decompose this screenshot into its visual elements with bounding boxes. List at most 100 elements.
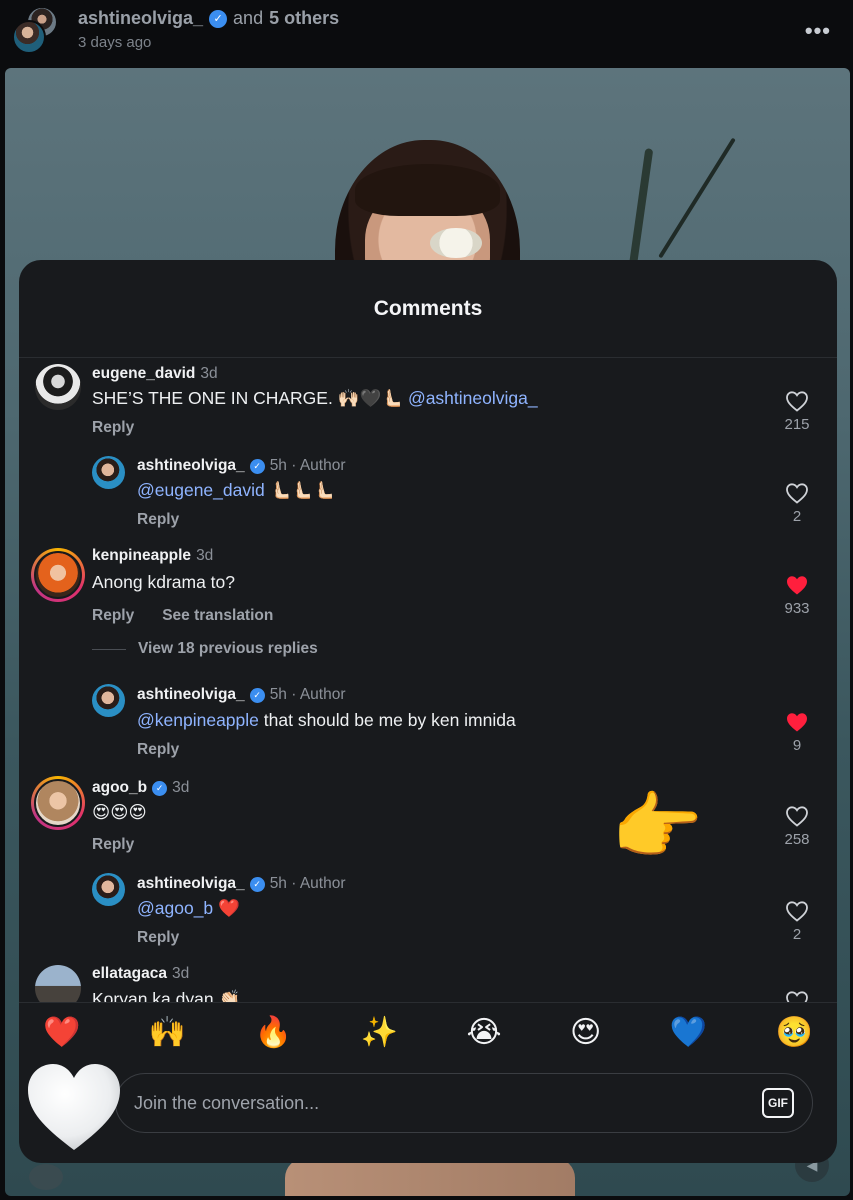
heart-outline-icon[interactable] [785,482,809,504]
comment-actions: Reply [137,741,179,759]
comment-text: @eugene_david 🫷🏻🫷🏻🫷🏻 [137,480,335,500]
reply-button[interactable]: Reply [92,607,134,625]
view-previous-replies-button[interactable]: View 18 previous replies [92,640,318,658]
like-count: 933 [784,600,810,617]
post-header: ashtineolviga_ ✓ and 5 others 3 days ago… [0,0,853,66]
avatar-story-ring[interactable] [31,548,85,602]
heart-outline-icon[interactable] [785,805,809,827]
comment-input[interactable] [134,1092,734,1114]
comment-text: SHE’S THE ONE IN CHARGE. 🙌🏻🖤🫷🏻 @ashtineo… [92,388,538,408]
comment-username[interactable]: eugene_david 3d [92,365,218,383]
like-control[interactable]: 215 [784,390,810,433]
reaction-red-heart[interactable]: ❤️ [43,1017,80,1048]
verified-badge-icon: ✓ [249,687,265,703]
avatar[interactable] [35,965,81,1003]
comment-text: Koryan ka dyan 👏🏻 [92,989,241,1003]
reaction-fire[interactable]: 🔥 [255,1017,292,1048]
mention-link[interactable]: @ashtineolviga_ [408,388,538,408]
comment-username[interactable]: kenpineapple 3d [92,547,213,565]
heart-outline-icon[interactable] [785,390,809,412]
mention-link[interactable]: @agoo_b [137,898,213,918]
mention-link[interactable]: @kenpineapple [137,710,259,730]
reaction-crying[interactable]: 😭 [466,1017,501,1048]
pointing-hand-sticker: 👉 [611,785,704,868]
avatar [12,20,46,54]
reaction-sparkles[interactable]: ✨ [361,1017,398,1048]
collab-avatars[interactable] [12,6,60,54]
avatar[interactable] [92,684,125,717]
heart-filled-icon[interactable] [785,711,809,733]
photo-control-left[interactable] [29,1164,63,1190]
comment-time: 3d [172,779,190,796]
photo-bangs [355,164,500,216]
heart-outline-icon[interactable] [785,900,809,922]
reaction-pleading[interactable]: 🥹 [776,1017,813,1048]
comment-composer: GIF [115,1073,813,1133]
verified-badge-icon: ✓ [249,876,265,892]
like-control[interactable]: 258 [784,805,810,848]
reply-button[interactable]: Reply [137,511,179,529]
reaction-blue-heart[interactable]: 💙 [670,1017,707,1048]
reply-button[interactable]: Reply [137,741,179,759]
comment-time: 3d [171,965,190,982]
like-count: 9 [792,737,802,754]
like-control[interactable]: 2 [785,900,809,943]
gif-icon[interactable]: GIF [762,1088,794,1118]
comment-username[interactable]: ellatagaca 3d [92,965,189,983]
like-control[interactable]: 9 [785,711,809,754]
like-count: 2 [792,926,802,943]
more-dots-icon[interactable]: ••• [805,18,831,44]
like-count: 215 [784,416,810,433]
avatar [34,779,82,827]
reaction-raised-hands[interactable]: 🙌 [149,1017,186,1048]
divider [92,648,126,650]
comment-text: @kenpineapple that should be me by ken i… [137,710,516,730]
like-control[interactable]: 933 [784,574,810,617]
like-control[interactable]: 2 [785,482,809,525]
white-heart-sticker [28,1064,120,1150]
avatar-story-ring[interactable] [31,776,85,830]
comment-time: 5h · Author [269,686,346,703]
author-username[interactable]: ashtineolviga_ [78,8,203,29]
comment-username[interactable]: ashtineolviga_ ✓ 5h · Author [137,457,346,475]
flower-stem [658,137,736,259]
verified-badge-icon: ✓ [209,9,228,28]
comments-sheet: Comments eugene_david 3d SHE’S THE ONE I… [19,260,837,1163]
like-count: 2 [792,508,802,525]
avatar[interactable] [35,364,81,410]
avatar [34,551,82,599]
reply-button[interactable]: Reply [92,836,134,854]
and-text: and [233,8,264,28]
others-link[interactable]: 5 others [269,8,339,29]
reply-button[interactable]: Reply [92,419,134,437]
verified-badge-icon: ✓ [152,780,168,796]
comment-time: 5h · Author [269,457,346,474]
post-authors[interactable]: ashtineolviga_ ✓ and 5 others [78,8,339,29]
comment-text: Anong kdrama to? [92,572,236,592]
comments-list[interactable]: eugene_david 3d SHE’S THE ONE IN CHARGE.… [19,358,837,1003]
reply-button[interactable]: Reply [137,929,179,947]
comment-username[interactable]: ashtineolviga_ ✓ 5h · Author [137,686,346,704]
comment-actions: Reply [137,511,179,529]
comment-actions: Reply [137,929,179,947]
see-translation-button[interactable]: See translation [162,607,273,625]
comment-time: 3d [196,547,214,564]
verified-badge-icon: ✓ [249,458,265,474]
comment-actions: Reply [92,836,134,854]
mention-link[interactable]: @eugene_david [137,480,265,500]
comment-actions: Reply [92,419,134,437]
sheet-title: Comments [19,260,837,358]
comment-username[interactable]: ashtineolviga_ ✓ 5h · Author [137,875,346,893]
comment-text: 😍😍😍 [92,802,147,822]
avatar[interactable] [92,456,125,489]
comment-username[interactable]: agoo_b ✓ 3d [92,779,189,797]
quick-reactions-bar: ❤️ 🙌 🔥 ✨ 😭 😍 💙 🥹 [19,1002,837,1062]
reaction-heart-eyes[interactable]: 😍 [570,1017,601,1048]
like-count: 258 [784,831,810,848]
comment-actions: Reply See translation [92,607,273,625]
heart-filled-icon[interactable] [785,574,809,596]
photo-flower [430,228,482,258]
comment-time: 3d [200,365,218,382]
avatar[interactable] [92,873,125,906]
post-timestamp: 3 days ago [78,34,152,51]
